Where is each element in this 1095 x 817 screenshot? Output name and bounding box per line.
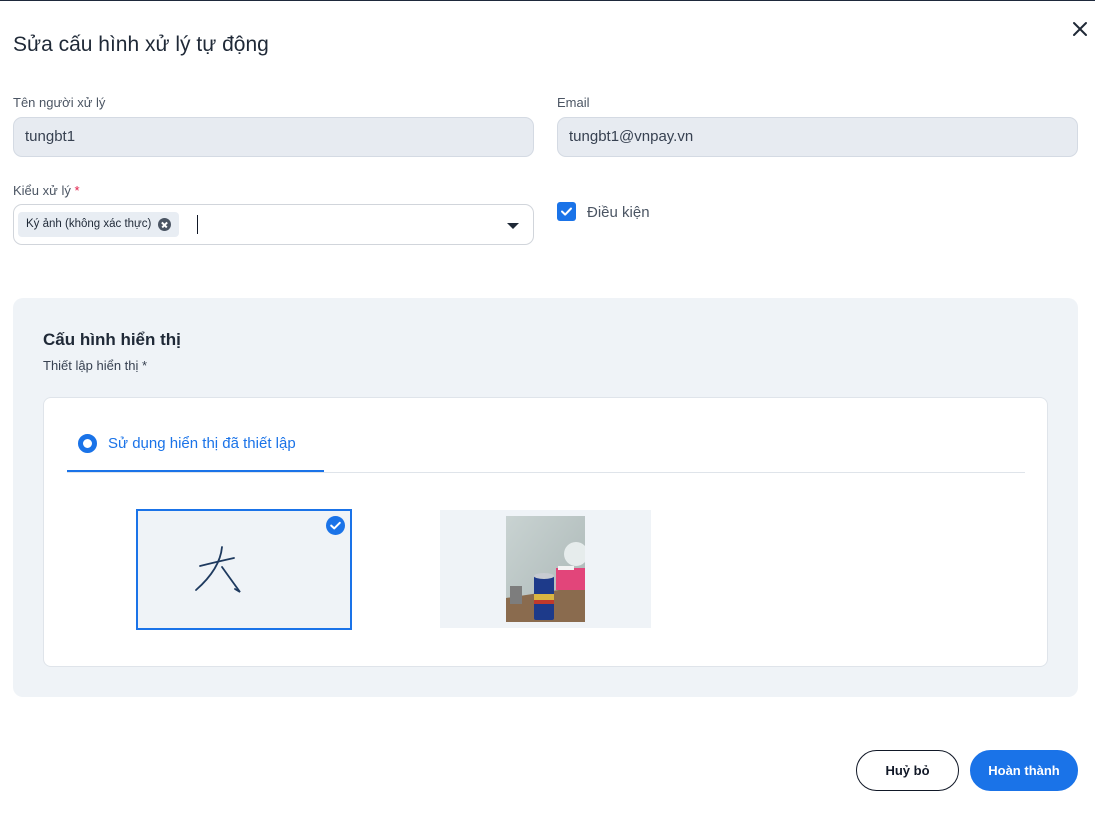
email-label: Email [557, 95, 590, 110]
type-label-text: Kiểu xử lý [13, 183, 71, 198]
handler-field[interactable]: tungbt1 [13, 117, 534, 157]
photo-thumbnail [506, 516, 585, 622]
tab-label: Sử dụng hiển thị đã thiết lập [108, 435, 296, 452]
required-mark: * [74, 183, 80, 198]
cancel-button[interactable]: Huỷ bỏ [856, 750, 959, 791]
selected-check-icon [326, 516, 345, 535]
dropdown-arrow-icon[interactable] [507, 223, 519, 229]
radio-selected-icon[interactable] [78, 434, 97, 453]
display-config-subtitle: Thiết lập hiển thị * [43, 358, 148, 373]
confirm-button[interactable]: Hoàn thành [970, 750, 1078, 791]
handler-label: Tên người xử lý [13, 95, 106, 110]
condition-label: Điều kiện [587, 204, 650, 221]
text-cursor [197, 215, 198, 234]
email-field[interactable]: tungbt1@vnpay.vn [557, 117, 1078, 157]
close-icon[interactable] [1068, 17, 1092, 41]
display-config-panel: Cấu hình hiển thị Thiết lập hiển thị * S… [13, 298, 1078, 697]
dialog-title: Sửa cấu hình xử lý tự động [13, 33, 269, 56]
tab-use-preset-display[interactable]: Sử dụng hiển thị đã thiết lập [67, 427, 324, 472]
signature-image [195, 546, 241, 593]
type-label: Kiểu xử lý * [13, 183, 80, 198]
check-icon [561, 207, 572, 216]
top-border [0, 0, 1095, 1]
display-options-card: Sử dụng hiển thị đã thiết lập [43, 397, 1048, 667]
tab-divider [67, 472, 1025, 473]
signature-option[interactable] [136, 509, 352, 630]
type-chip: Ký ảnh (không xác thực) [18, 212, 180, 237]
remove-chip-icon[interactable] [158, 218, 172, 231]
type-chip-label: Ký ảnh (không xác thực) [26, 218, 152, 230]
condition-checkbox[interactable] [557, 202, 576, 221]
type-select[interactable]: Ký ảnh (không xác thực) [13, 204, 534, 245]
display-config-title: Cấu hình hiển thị [43, 330, 181, 349]
photo-option[interactable] [440, 510, 651, 628]
